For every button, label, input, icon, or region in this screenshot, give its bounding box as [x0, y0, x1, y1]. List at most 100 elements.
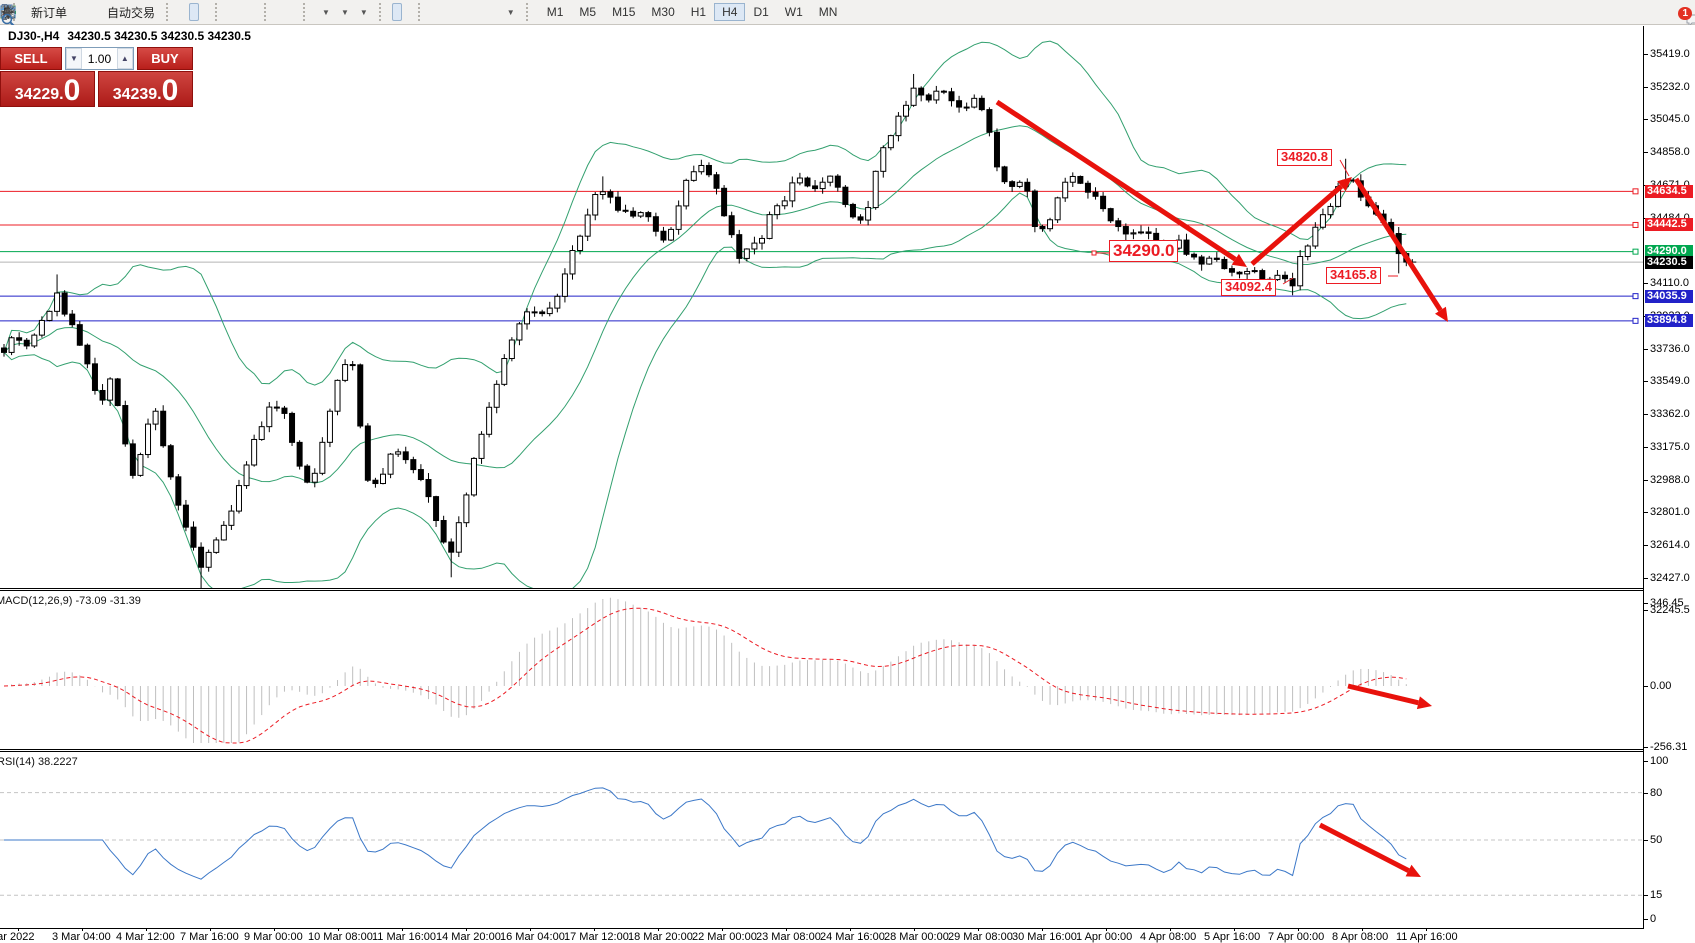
chart-shift-button[interactable] [287, 3, 297, 21]
volume-up-button[interactable]: ▲ [117, 48, 133, 69]
chart-window[interactable]: DJ30-,H434230.5 34230.5 34230.5 34230.5 … [0, 25, 1695, 943]
time-axis-tick [82, 928, 83, 931]
signals-button[interactable] [92, 3, 102, 21]
price-tick [1643, 545, 1648, 546]
templates-button[interactable]: ▼ [354, 3, 373, 21]
candlestick-chart-button[interactable] [189, 3, 199, 21]
buy-price[interactable]: 34239.0 [98, 71, 193, 107]
shapes-button[interactable]: ▼ [501, 3, 520, 21]
auto-scroll-button[interactable] [277, 3, 287, 21]
time-axis-tick [338, 928, 339, 931]
price-tick-label: 33549.0 [1650, 375, 1690, 387]
panel-separator[interactable] [0, 749, 1695, 750]
tab-timeframe-d1[interactable]: D1 [745, 3, 776, 21]
time-axis-tick [1234, 928, 1235, 931]
tab-timeframe-h1[interactable]: H1 [683, 3, 714, 21]
rsi-tick [1643, 793, 1648, 794]
price-annotation: 34290.0 [1109, 240, 1178, 262]
panel-separator[interactable] [0, 751, 1695, 752]
time-axis-tick [786, 928, 787, 931]
rsi-tick [1643, 761, 1648, 762]
line-chart-button[interactable] [199, 3, 209, 21]
new-order-label: 新订单 [31, 4, 67, 21]
text-button[interactable]: A [481, 3, 491, 21]
macd-tick-label: -256.31 [1650, 741, 1687, 753]
price-axis-badge: 34230.5 [1645, 256, 1693, 269]
price-tick [1643, 480, 1648, 481]
zoom-out-button[interactable] [238, 3, 248, 21]
tab-timeframe-m30[interactable]: M30 [643, 3, 682, 21]
time-axis-label: 16 Mar 04:00 [500, 931, 565, 943]
price-tick-label: 33736.0 [1650, 343, 1690, 355]
time-axis-tick [978, 928, 979, 931]
main-chart[interactable] [0, 26, 1643, 588]
time-axis-label: 1 Apr 00:00 [1076, 931, 1132, 943]
toolbar-separator [303, 3, 310, 21]
price-tick [1643, 381, 1648, 382]
time-axis-tick [1106, 928, 1107, 931]
autotrading-button[interactable]: 自动交易 [102, 3, 160, 21]
price-tick-label: 34858.0 [1650, 146, 1690, 158]
volume-down-button[interactable]: ▼ [66, 48, 82, 69]
tab-timeframe-m15[interactable]: M15 [604, 3, 643, 21]
rsi-tick-label: 100 [1650, 755, 1668, 767]
sell-price[interactable]: 34229.0 [0, 71, 95, 107]
tab-timeframe-h4[interactable]: H4 [714, 3, 745, 21]
time-axis-label: 7 Mar 16:00 [180, 931, 239, 943]
price-tick [1643, 54, 1648, 55]
periods-button[interactable]: ▼ [335, 3, 354, 21]
time-axis-tick [210, 928, 211, 931]
price-annotation: 34165.8 [1326, 267, 1381, 284]
fibonacci-button[interactable]: F [471, 3, 481, 21]
time-axis-tick [274, 928, 275, 931]
price-tick [1643, 87, 1648, 88]
community-button[interactable] [82, 3, 92, 21]
add-indicator-button[interactable]: ▼ [316, 3, 335, 21]
rsi-tick-label: 15 [1650, 889, 1662, 901]
bar-chart-button[interactable] [179, 3, 189, 21]
price-axis-badge: 33894.8 [1645, 314, 1693, 327]
time-axis-border [0, 928, 1695, 929]
dropdown-arrow-icon: ▼ [341, 8, 349, 17]
cursor-button[interactable] [392, 3, 402, 21]
zoom-in-button[interactable] [228, 3, 238, 21]
trendline-button[interactable] [451, 3, 461, 21]
time-axis-tick [594, 928, 595, 931]
price-axis-badge: 34442.5 [1645, 218, 1693, 231]
rsi-panel[interactable] [0, 752, 1643, 927]
sell-button[interactable]: SELL [0, 47, 62, 70]
time-axis-label: 11 Mar 16:00 [372, 931, 436, 943]
time-axis-label: 17 Mar 12:00 [564, 931, 629, 943]
time-axis-tick [722, 928, 723, 931]
vertical-line-button[interactable] [431, 3, 441, 21]
toolbar-separator [418, 3, 425, 21]
price-tick-label: 34110.0 [1650, 277, 1689, 289]
macd-panel[interactable] [0, 591, 1643, 748]
tab-timeframe-m1[interactable]: M1 [539, 3, 572, 21]
crosshair-button[interactable] [402, 3, 412, 21]
tab-timeframe-w1[interactable]: W1 [777, 3, 811, 21]
tab-timeframe-m5[interactable]: M5 [571, 3, 604, 21]
panel-separator[interactable] [0, 590, 1695, 591]
dropdown-arrow-icon: ▼ [507, 8, 515, 17]
macd-tick-label: 346.45 [1650, 597, 1684, 609]
panel-separator[interactable] [0, 588, 1695, 589]
price-tick [1643, 414, 1648, 415]
buy-button[interactable]: BUY [137, 47, 193, 70]
tile-windows-button[interactable] [248, 3, 258, 21]
tab-timeframe-mn[interactable]: MN [811, 3, 846, 21]
channel-button[interactable]: E [461, 3, 471, 21]
time-axis-label: 10 Mar 08:00 [308, 931, 373, 943]
price-tick [1643, 610, 1648, 611]
macd-tick [1643, 686, 1648, 687]
gold-tool-button[interactable] [72, 3, 82, 21]
time-axis-label: 14 Mar 20:00 [436, 931, 501, 943]
text-label-button[interactable]: T [491, 3, 501, 21]
volume-input[interactable]: 1.00 [82, 48, 117, 69]
time-axis-tick [146, 928, 147, 931]
time-axis-label: 4 Mar 12:00 [116, 931, 175, 943]
time-axis-tick [1426, 928, 1427, 931]
new-order-button[interactable]: 新订单 [26, 3, 72, 21]
horizontal-line-button[interactable] [441, 3, 451, 21]
price-tick-label: 35232.0 [1650, 81, 1690, 93]
